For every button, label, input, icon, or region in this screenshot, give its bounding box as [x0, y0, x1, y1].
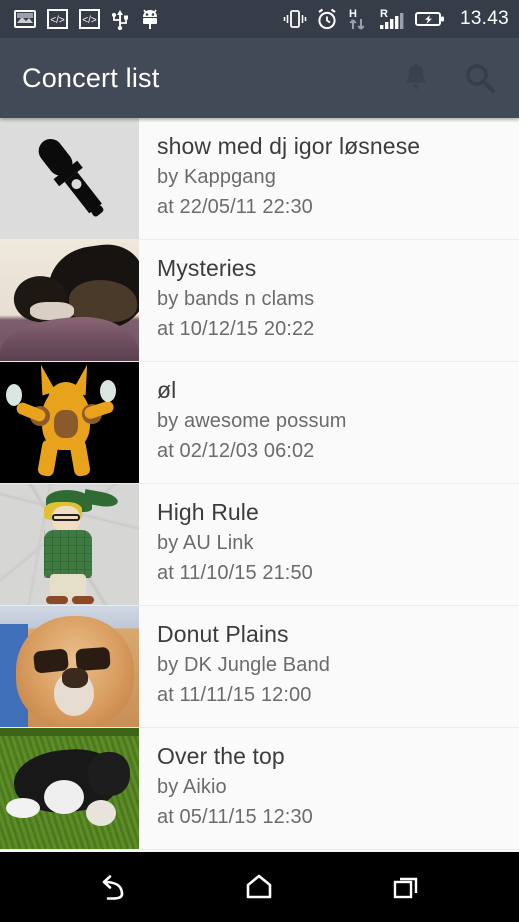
- back-button[interactable]: [77, 857, 149, 917]
- list-item-text: Donut Plains by DK Jungle Band at 11/11/…: [139, 606, 519, 727]
- page-title: Concert list: [22, 62, 160, 93]
- android-debug-icon: [140, 8, 160, 30]
- status-bar-clock: 13.43: [459, 8, 509, 29]
- usb-icon: [111, 8, 129, 30]
- system-navigation-bar: [0, 852, 519, 922]
- list-item-text: show med dj igor løsnese by Kappgang at …: [139, 118, 519, 239]
- list-item-datetime: at 05/11/15 12:30: [157, 806, 313, 828]
- list-item-artist: by Kappgang: [157, 166, 276, 188]
- list-item-thumbnail: [0, 240, 139, 361]
- svg-text:</>: </>: [50, 15, 65, 26]
- dog-sunglasses-photo: [0, 606, 139, 727]
- hipster-link-artwork: [0, 484, 139, 605]
- list-item-text: High Rule by AU Link at 11/10/15 21:50: [139, 484, 519, 605]
- list-item-title: High Rule: [157, 499, 259, 525]
- list-item[interactable]: øl by awesome possum at 02/12/03 06:02: [0, 362, 519, 484]
- list-item[interactable]: Donut Plains by DK Jungle Band at 11/11/…: [0, 606, 519, 728]
- list-item-artist: by awesome possum: [157, 410, 347, 432]
- list-item-title: show med dj igor løsnese: [157, 133, 421, 159]
- list-item-datetime: at 02/12/03 06:02: [157, 440, 315, 462]
- search-icon[interactable]: [463, 61, 497, 95]
- list-item-text: Over the top by Aikio at 05/11/15 12:30: [139, 728, 519, 849]
- screenshot-icon: [14, 10, 36, 28]
- list-item-thumbnail: [0, 362, 139, 483]
- recents-button[interactable]: [370, 857, 442, 917]
- status-bar-right-icons: H R 13.43: [283, 7, 509, 31]
- svg-text:</>: </>: [82, 15, 97, 26]
- dog-and-pup-photo: [0, 240, 139, 361]
- list-item-datetime: at 11/10/15 21:50: [157, 562, 313, 584]
- home-button[interactable]: [223, 857, 295, 917]
- list-item[interactable]: Over the top by Aikio at 05/11/15 12:30: [0, 728, 519, 850]
- list-item[interactable]: Mysteries by bands n clams at 10/12/15 2…: [0, 240, 519, 362]
- vibrate-icon: [283, 9, 307, 29]
- app-bar: Concert list: [0, 38, 519, 118]
- list-item-thumbnail: [0, 118, 139, 239]
- list-item[interactable]: show med dj igor løsnese by Kappgang at …: [0, 118, 519, 240]
- list-item-title: Mysteries: [157, 255, 257, 281]
- svg-text:H: H: [349, 8, 357, 20]
- concert-list[interactable]: show med dj igor løsnese by Kappgang at …: [0, 118, 519, 852]
- developer-code-icon-1: </>: [47, 9, 68, 29]
- list-item[interactable]: High Rule by AU Link at 11/10/15 21:50: [0, 484, 519, 606]
- list-item-title: Donut Plains: [157, 621, 289, 647]
- notifications-icon[interactable]: [399, 61, 433, 95]
- svg-text:R: R: [380, 8, 388, 20]
- list-item-thumbnail: [0, 484, 139, 605]
- list-item-artist: by AU Link: [157, 532, 254, 554]
- list-item-artist: by DK Jungle Band: [157, 654, 330, 676]
- alarm-clock-icon: [316, 8, 338, 30]
- status-bar-left-icons: </> </>: [14, 8, 160, 30]
- list-item-datetime: at 11/11/15 12:00: [157, 684, 312, 706]
- hspa-data-icon: H: [347, 7, 369, 31]
- list-item-artist: by Aikio: [157, 776, 227, 798]
- alakazam-artwork: [0, 362, 139, 483]
- phone-screen: </> </> H R 13.43 Concert list show med …: [0, 0, 519, 922]
- microphone-icon: [0, 118, 139, 239]
- battery-charging-icon: [414, 10, 445, 28]
- list-item-title: Over the top: [157, 743, 285, 769]
- list-item-datetime: at 22/05/11 22:30: [157, 196, 313, 218]
- roaming-signal-icon: R: [378, 7, 406, 31]
- dog-on-grass-photo: [0, 728, 139, 849]
- app-bar-actions: [399, 61, 497, 95]
- list-item-text: Mysteries by bands n clams at 10/12/15 2…: [139, 240, 519, 361]
- list-item-thumbnail: [0, 728, 139, 849]
- list-item-text: øl by awesome possum at 02/12/03 06:02: [139, 362, 519, 483]
- list-item-title: øl: [157, 377, 177, 403]
- list-item-thumbnail: [0, 606, 139, 727]
- status-bar: </> </> H R 13.43: [0, 0, 519, 38]
- list-item-datetime: at 10/12/15 20:22: [157, 318, 315, 340]
- list-item-artist: by bands n clams: [157, 288, 315, 310]
- developer-code-icon-2: </>: [79, 9, 100, 29]
